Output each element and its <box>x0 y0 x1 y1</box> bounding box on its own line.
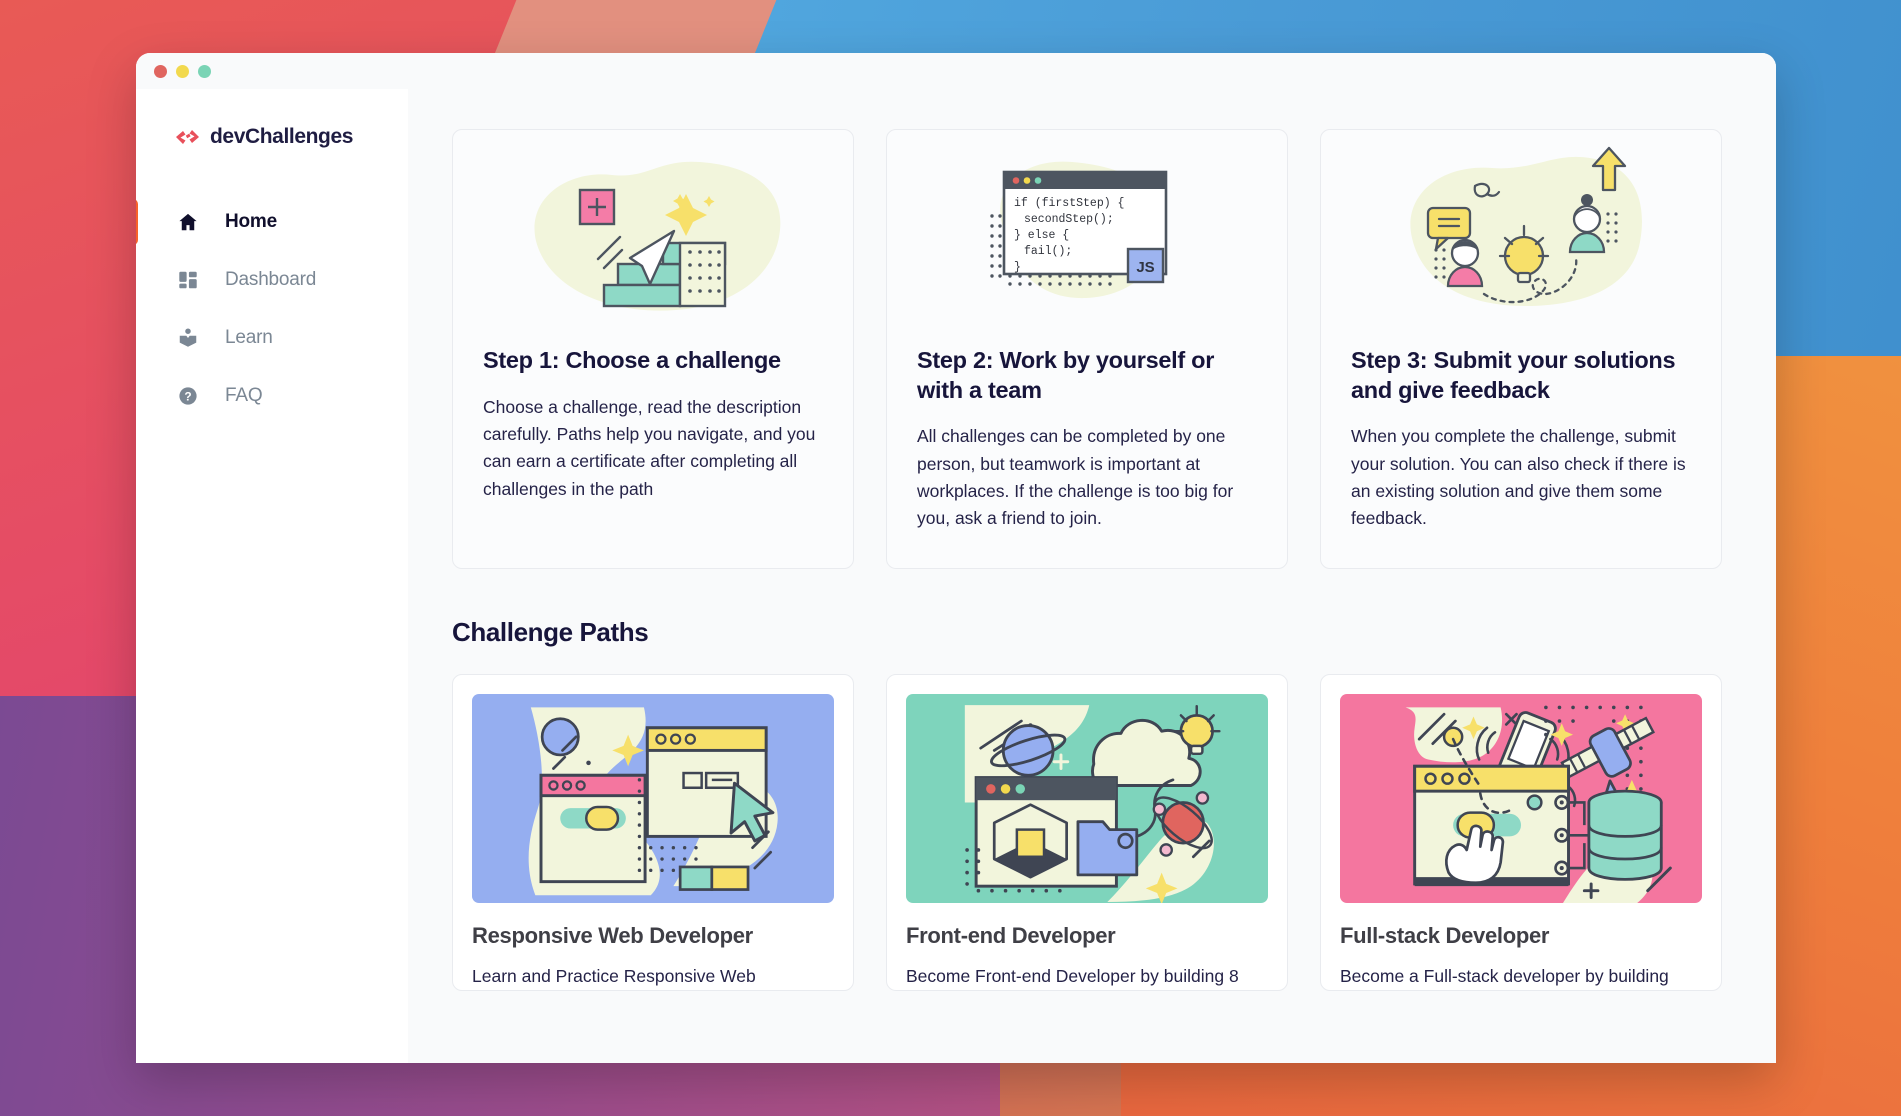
path-title: Front-end Developer <box>906 923 1116 949</box>
code-brackets-icon <box>174 127 201 147</box>
step-card: if (firstStep) { secondStep(); } else { … <box>886 129 1288 570</box>
question-circle-icon: ? <box>177 385 199 407</box>
path-title: Full-stack Developer <box>1340 923 1550 949</box>
stairs-cursor-illustration <box>483 140 823 332</box>
minimize-button[interactable] <box>176 64 189 78</box>
step-description: Choose a challenge, read the description… <box>483 396 816 499</box>
sidebar-item-dashboard[interactable]: Dashboard <box>136 251 408 309</box>
responsive-web-thumbnail <box>472 694 834 904</box>
sidebar-nav: Home Dashboard Learn ? FAQ <box>136 193 408 425</box>
sidebar-item-home[interactable]: Home <box>136 193 408 251</box>
step-title: Step 1: Choose a challenge <box>483 347 781 373</box>
dashboard-grid-icon <box>177 269 199 291</box>
brand-logo[interactable]: devChallenges <box>136 111 408 149</box>
main-content: Step 1: Choose a challenge Choose a chal… <box>408 89 1776 1063</box>
svg-text:?: ? <box>184 390 191 404</box>
step-card: Step 3: Submit your solutions and give f… <box>1320 129 1722 570</box>
step-description: When you complete the challenge, submit … <box>1351 426 1686 529</box>
collaboration-idea-illustration <box>1351 140 1691 332</box>
book-open-icon <box>177 327 199 349</box>
sidebar-item-label: Home <box>225 211 277 232</box>
svg-text:if (firstStep) {: if (firstStep) { <box>1014 197 1124 210</box>
close-button[interactable] <box>154 64 167 78</box>
window-body: devChallenges Home Dashboard Learn ? FAQ… <box>136 89 1776 1063</box>
path-description: Learn and Practice Responsive Web <box>472 966 756 987</box>
full-stack-thumbnail <box>1340 694 1702 904</box>
path-card[interactable]: Front-end Developer Become Front-end Dev… <box>886 674 1288 991</box>
sidebar-item-label: FAQ <box>225 385 263 406</box>
svg-text:}: } <box>1014 261 1021 274</box>
svg-text:} else {: } else { <box>1014 229 1069 242</box>
steps-row: Step 1: Choose a challenge Choose a chal… <box>452 129 1722 570</box>
sidebar-item-label: Dashboard <box>225 269 317 290</box>
path-card[interactable]: Responsive Web Developer Learn and Pract… <box>452 674 854 991</box>
step-card: Step 1: Choose a challenge Choose a chal… <box>452 129 854 570</box>
path-description: Become a Full-stack developer by buildin… <box>1340 966 1669 987</box>
challenge-paths-row: Responsive Web Developer Learn and Pract… <box>452 674 1722 991</box>
step-title: Step 2: Work by yourself or with a team <box>917 347 1215 403</box>
sidebar-item-learn[interactable]: Learn <box>136 309 408 367</box>
path-card[interactable]: Full-stack Developer Become a Full-stack… <box>1320 674 1722 991</box>
step-title: Step 3: Submit your solutions and give f… <box>1351 347 1676 403</box>
brand-name: devChallenges <box>210 125 354 148</box>
front-end-thumbnail <box>906 694 1268 904</box>
code-window-illustration: if (firstStep) { secondStep(); } else { … <box>917 140 1257 332</box>
home-icon <box>177 211 199 233</box>
svg-text:secondStep();: secondStep(); <box>1024 213 1114 226</box>
svg-text:fail();: fail(); <box>1024 245 1072 258</box>
section-title-challenge-paths: Challenge Paths <box>452 617 649 648</box>
app-window: devChallenges Home Dashboard Learn ? FAQ… <box>136 53 1776 1063</box>
sidebar-item-label: Learn <box>225 327 273 348</box>
step-description: All challenges can be completed by one p… <box>917 426 1234 529</box>
maximize-button[interactable] <box>198 64 211 78</box>
path-title: Responsive Web Developer <box>472 923 753 949</box>
sidebar: devChallenges Home Dashboard Learn ? FAQ <box>136 89 408 1063</box>
sidebar-item-faq[interactable]: ? FAQ <box>136 367 408 425</box>
svg-text:JS: JS <box>1136 259 1154 276</box>
path-description: Become Front-end Developer by building 8 <box>906 966 1239 987</box>
window-titlebar <box>136 53 1776 89</box>
